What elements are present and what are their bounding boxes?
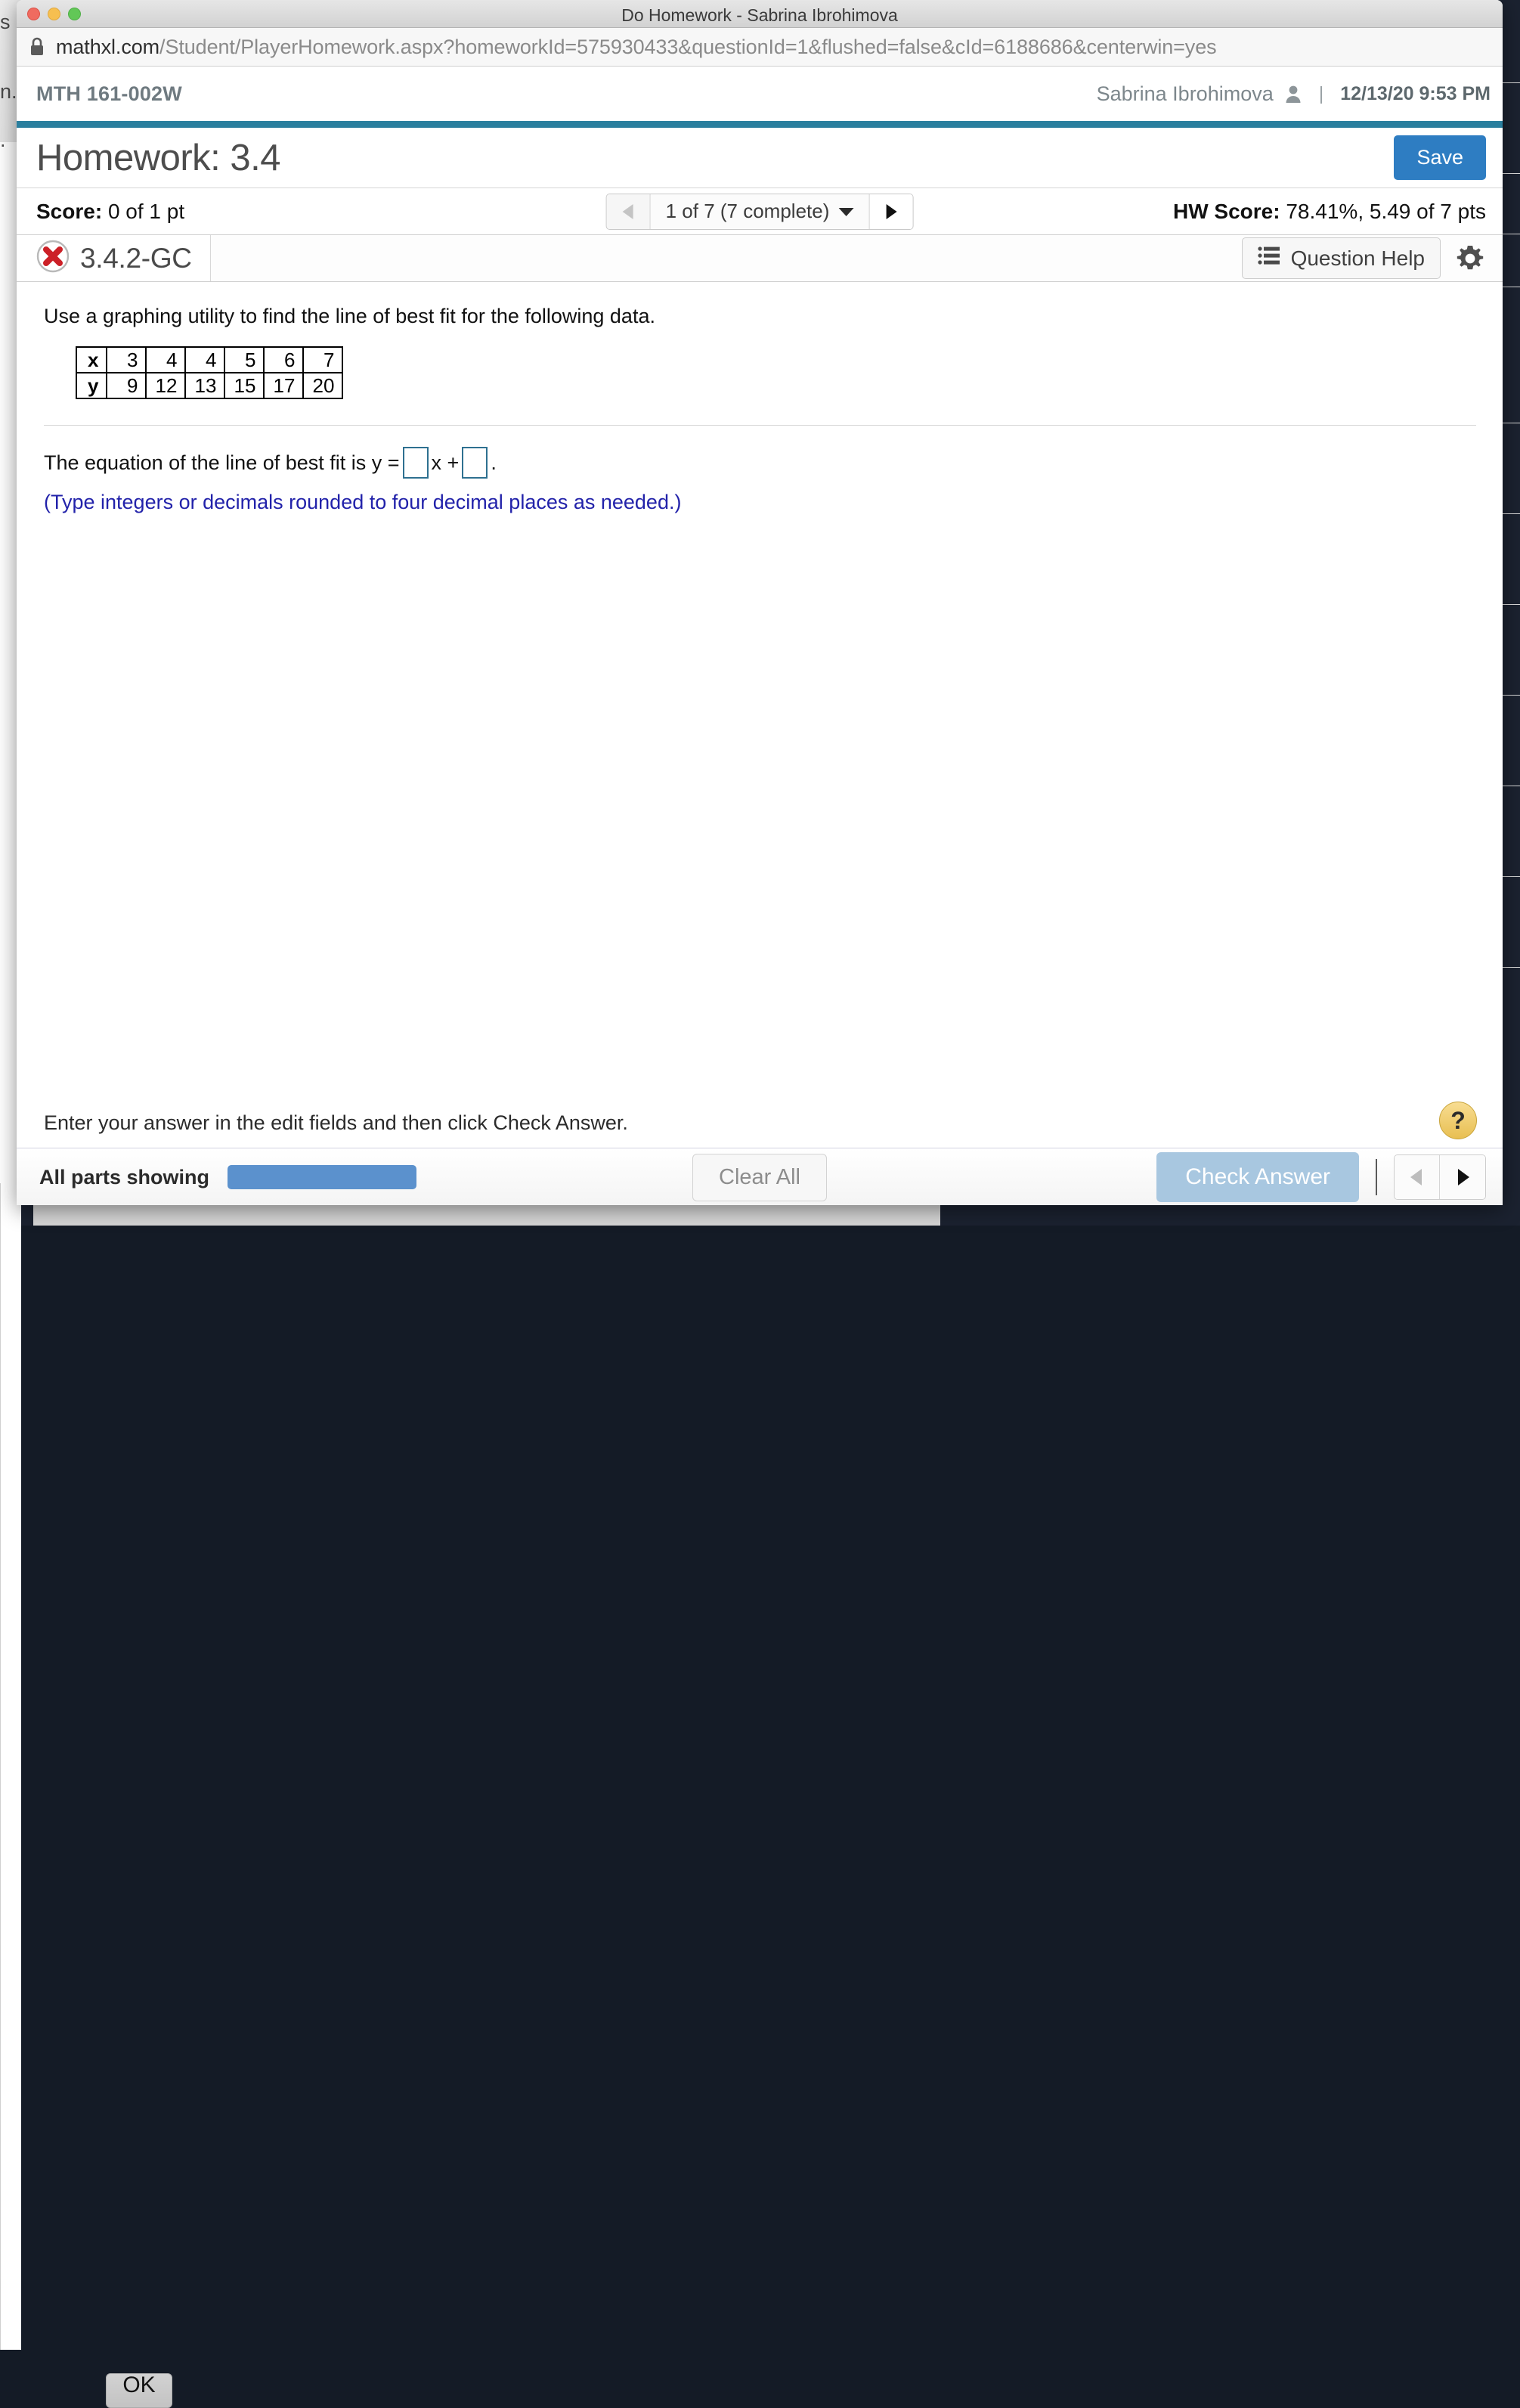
header-user-area: Sabrina Ibrohimova | 12/13/20 9:53 PM (1097, 82, 1491, 106)
chevron-left-icon (1407, 1167, 1427, 1188)
action-bar: All parts showing Clear All Check Answer (17, 1148, 1503, 1205)
data-table: x 3 4 4 5 6 7 y 9 12 13 15 17 20 (76, 346, 343, 399)
user-avatar-icon[interactable] (1284, 84, 1302, 104)
answer-middle: x + (432, 451, 460, 475)
instruction-row: Enter your answer in the edit fields and… (17, 1099, 1503, 1148)
next-question-button[interactable] (868, 194, 912, 229)
url-bar[interactable]: mathxl.com/Student/PlayerHomework.aspx?h… (17, 28, 1503, 67)
help-question-mark-icon[interactable]: ? (1439, 1102, 1477, 1139)
cell-y-3: 15 (224, 373, 264, 398)
question-help-label: Question Help (1291, 246, 1425, 271)
hw-score-value: 78.41%, 5.49 of 7 pts (1286, 200, 1486, 223)
url-host: mathxl.com (56, 36, 159, 58)
gear-icon[interactable] (1454, 243, 1486, 274)
cell-x-3: 5 (224, 347, 264, 373)
score-text: Score: 0 of 1 pt (36, 200, 184, 224)
footer-divider (1376, 1159, 1377, 1195)
question-prompt: Use a graphing utility to find the line … (44, 305, 1483, 328)
check-answer-button[interactable]: Check Answer (1156, 1152, 1359, 1202)
lock-icon (29, 37, 45, 57)
url-path: /Student/PlayerHomework.aspx?homeworkId=… (159, 36, 1216, 58)
instruction-text: Enter your answer in the edit fields and… (44, 1111, 628, 1135)
answer-prefix: The equation of the line of best fit is … (44, 451, 400, 475)
table-row-y: y 9 12 13 15 17 20 (76, 373, 342, 398)
footer-next-button[interactable] (1440, 1155, 1485, 1199)
question-id-row: 3.4.2-GC Question Help (17, 235, 1503, 282)
hw-score-text: HW Score: 78.41%, 5.49 of 7 pts (1173, 200, 1486, 224)
cell-y-5: 20 (303, 373, 342, 398)
question-navigator: 1 of 7 (7 complete) (606, 194, 914, 230)
background-text-fragment-3: . (0, 129, 6, 152)
window-title-bar: Do Homework - Sabrina Ibrohimova (17, 0, 1503, 28)
cell-x-1: 4 (146, 347, 185, 373)
parts-progress-bar (228, 1165, 416, 1189)
header-separator: | (1319, 83, 1324, 105)
accent-rule (17, 121, 1503, 128)
cell-y-0: 9 (107, 373, 146, 398)
page-title: Homework: 3.4 (36, 137, 280, 179)
question-counter-label: 1 of 7 (7 complete) (666, 200, 830, 223)
incorrect-x-icon (36, 240, 70, 277)
slope-input[interactable] (403, 447, 429, 479)
background-text-fragment-2: n. (0, 80, 17, 104)
background-ok-button[interactable]: OK (106, 2373, 172, 2408)
url-text[interactable]: mathxl.com/Student/PlayerHomework.aspx?h… (56, 36, 1217, 59)
intercept-input[interactable] (462, 447, 488, 479)
question-id-block: 3.4.2-GC (17, 235, 211, 281)
chevron-left-icon (619, 202, 637, 222)
question-counter-dropdown[interactable]: 1 of 7 (7 complete) (651, 194, 869, 229)
chevron-down-icon (838, 206, 853, 217)
window-title: Do Homework - Sabrina Ibrohimova (17, 5, 1503, 26)
question-help-button[interactable]: Question Help (1242, 237, 1441, 279)
hw-score-label: HW Score: (1173, 200, 1280, 223)
footer-previous-button[interactable] (1395, 1155, 1440, 1199)
cell-x-2: 4 (185, 347, 224, 373)
question-id: 3.4.2-GC (80, 243, 192, 274)
cell-y-2: 13 (185, 373, 224, 398)
cell-x-0: 3 (107, 347, 146, 373)
cell-y-4: 17 (264, 373, 303, 398)
list-icon (1258, 246, 1280, 271)
answer-line: The equation of the line of best fit is … (44, 447, 1483, 479)
chevron-right-icon (1453, 1167, 1472, 1188)
course-header: MTH 161-002W Sabrina Ibrohimova | 12/13/… (17, 67, 1503, 121)
clear-all-button[interactable]: Clear All (692, 1154, 827, 1201)
score-label: Score: (36, 200, 102, 223)
chevron-right-icon (882, 202, 900, 222)
score-row: Score: 0 of 1 pt 1 of 7 (7 complete) HW … (17, 188, 1503, 235)
answer-hint: (Type integers or decimals rounded to fo… (44, 491, 1483, 514)
cell-x-4: 6 (264, 347, 303, 373)
question-body: Use a graphing utility to find the line … (17, 282, 1503, 1099)
cell-x-5: 7 (303, 347, 342, 373)
score-value: 0 of 1 pt (108, 200, 184, 223)
footer-navigator (1394, 1154, 1486, 1200)
header-timestamp: 12/13/20 9:53 PM (1340, 83, 1491, 105)
background-window-right[interactable] (0, 1183, 21, 2350)
previous-question-button[interactable] (607, 194, 651, 229)
background-text-fragment-1: s (0, 11, 11, 34)
desktop-background: s n. . OK Do Homew (0, 0, 1520, 1226)
answer-suffix: . (491, 451, 497, 475)
row-label-y: y (76, 373, 107, 398)
save-button[interactable]: Save (1394, 135, 1486, 180)
homework-title-row: Homework: 3.4 Save (17, 128, 1503, 188)
user-name[interactable]: Sabrina Ibrohimova (1097, 82, 1274, 106)
course-code: MTH 161-002W (36, 82, 182, 106)
answer-divider (44, 425, 1476, 426)
parts-status-label: All parts showing (39, 1166, 209, 1189)
footer-actions: Check Answer (1156, 1152, 1486, 1202)
cell-y-1: 12 (146, 373, 185, 398)
table-row-x: x 3 4 4 5 6 7 (76, 347, 342, 373)
browser-window: Do Homework - Sabrina Ibrohimova mathxl.… (17, 0, 1503, 1205)
question-tools: Question Help (1242, 235, 1503, 281)
row-label-x: x (76, 347, 107, 373)
